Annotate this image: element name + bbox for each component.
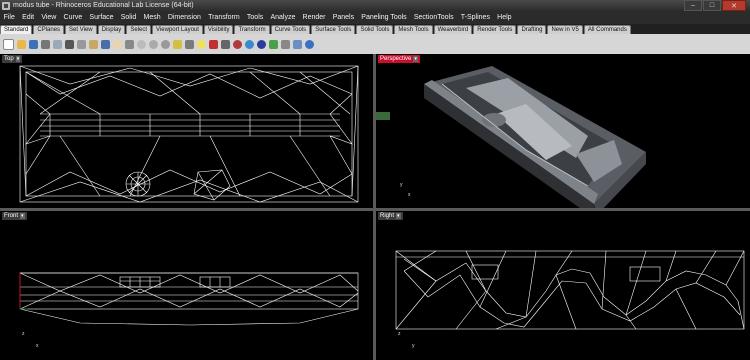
menu-panels[interactable]: Panels [329, 14, 358, 21]
undo-icon[interactable] [101, 39, 110, 49]
menu-file[interactable]: File [0, 14, 18, 21]
grid-widget [376, 112, 390, 120]
viewport-label-perspective[interactable]: Perspective ▾ [378, 55, 420, 63]
open-icon[interactable] [17, 39, 26, 49]
light-icon[interactable] [197, 39, 206, 49]
window-title: modus tube - Rhinoceros Educational Lab … [13, 2, 194, 9]
tab-drafting[interactable]: Drafting [517, 25, 547, 34]
perspective-model [376, 66, 646, 208]
rhino-app-icon[interactable] [2, 1, 10, 10]
minimize-icon[interactable]: – [684, 0, 702, 11]
front-wireframe [19, 272, 359, 326]
menu-sectiontools[interactable]: SectionTools [410, 14, 457, 21]
tab-viewport-layout[interactable]: Viewport Layout [152, 25, 203, 34]
axis-z-label: z [22, 331, 25, 337]
title-bar: modus tube - Rhinoceros Educational Lab … [0, 0, 750, 11]
tab-select[interactable]: Select [126, 25, 151, 34]
zoom-extents-icon[interactable] [161, 39, 170, 49]
menu-curve[interactable]: Curve [60, 14, 86, 21]
menu-paneling-tools[interactable]: Paneling Tools [358, 14, 411, 21]
print-icon[interactable] [41, 39, 50, 49]
menu-analyze[interactable]: Analyze [267, 14, 299, 21]
tab-display[interactable]: Display [97, 25, 126, 34]
viewport-front[interactable]: Front ▾ z x [0, 211, 373, 360]
viewport-label-top[interactable]: Top ▾ [2, 55, 23, 63]
zoom-icon[interactable] [137, 39, 146, 49]
tab-standard[interactable]: Standard [0, 25, 33, 34]
window-controls: – □ ✕ [683, 0, 746, 11]
new-file-icon[interactable] [3, 38, 14, 50]
viewport-right[interactable]: Right ▾ z y [376, 211, 750, 360]
axis-x-label: x [408, 192, 411, 198]
pan-icon[interactable] [113, 39, 122, 49]
cut-icon[interactable] [65, 39, 74, 49]
zoom-window-icon[interactable] [149, 39, 158, 49]
options-icon[interactable] [293, 39, 302, 49]
viewport-title: Right [380, 213, 395, 219]
toolbar-tabs: Standard CPlanes Set View Display Select… [0, 24, 750, 34]
menu-render[interactable]: Render [299, 14, 329, 21]
tab-cplanes[interactable]: CPlanes [33, 25, 65, 34]
copy-icon[interactable] [77, 39, 86, 49]
help-icon[interactable] [305, 39, 314, 49]
close-icon[interactable]: ✕ [722, 0, 746, 11]
tab-set-view[interactable]: Set View [65, 25, 97, 34]
viewport-title: Front [4, 213, 19, 219]
tab-all-commands[interactable]: All Commands [583, 25, 631, 34]
menu-bar: File Edit View Curve Surface Solid Mesh … [0, 11, 750, 24]
top-wireframe [19, 65, 359, 203]
import-icon[interactable] [53, 39, 62, 49]
color-icon[interactable] [245, 39, 254, 49]
chevron-down-icon[interactable]: ▾ [413, 56, 418, 62]
rotate-icon[interactable] [125, 39, 134, 49]
save-icon[interactable] [29, 39, 38, 49]
viewport-label-front[interactable]: Front ▾ [2, 212, 27, 220]
material-icon[interactable] [233, 39, 242, 49]
tab-solid-tools[interactable]: Solid Tools [356, 25, 394, 34]
axis-x-label: x [36, 343, 39, 349]
tab-mesh-tools[interactable]: Mesh Tools [394, 25, 433, 34]
viewport-title: Top [4, 56, 14, 62]
tab-visibility[interactable]: Visibility [203, 25, 234, 34]
viewport-top[interactable]: Top ▾ [0, 54, 373, 208]
layer-icon[interactable] [269, 39, 278, 49]
menu-surface[interactable]: Surface [86, 14, 117, 21]
tab-render-tools[interactable]: Render Tools [473, 25, 517, 34]
standard-toolbar [0, 34, 750, 54]
viewport-label-right[interactable]: Right ▾ [378, 212, 403, 220]
chevron-down-icon[interactable]: ▾ [15, 56, 21, 62]
tab-surface-tools[interactable]: Surface Tools [311, 25, 356, 34]
menu-help[interactable]: Help [494, 14, 516, 21]
chevron-down-icon[interactable]: ▾ [20, 213, 25, 219]
menu-solid[interactable]: Solid [117, 14, 140, 21]
menu-edit[interactable]: Edit [18, 14, 37, 21]
right-wireframe [395, 250, 745, 330]
render-icon[interactable] [209, 39, 218, 49]
paste-icon[interactable] [89, 39, 98, 49]
axis-y-label: y [400, 182, 403, 188]
menu-view[interactable]: View [38, 14, 60, 21]
viewport-perspective[interactable]: Perspective ▾ y x [376, 54, 750, 208]
tab-new-in-v5[interactable]: New in V5 [547, 25, 583, 34]
properties-icon[interactable] [281, 39, 290, 49]
tab-curve-tools[interactable]: Curve Tools [270, 25, 311, 34]
grid-icon[interactable] [185, 39, 194, 49]
shade-icon[interactable] [221, 39, 230, 49]
menu-tools[interactable]: Tools [243, 14, 267, 21]
tab-weaverbird[interactable]: Weaverbird [433, 25, 473, 34]
menu-t-splines[interactable]: T-Splines [457, 14, 493, 21]
axis-z-label: z [398, 331, 401, 337]
sphere-icon[interactable] [257, 39, 266, 49]
maximize-icon[interactable]: □ [703, 0, 721, 11]
menu-dimension[interactable]: Dimension [164, 14, 204, 21]
select-icon[interactable] [173, 39, 182, 49]
menu-mesh[interactable]: Mesh [140, 14, 164, 21]
axis-y-label: y [412, 343, 415, 349]
menu-transform[interactable]: Transform [204, 14, 243, 21]
tab-transform[interactable]: Transform [234, 25, 270, 34]
viewport-title: Perspective [380, 56, 412, 62]
chevron-down-icon[interactable]: ▾ [396, 213, 401, 219]
